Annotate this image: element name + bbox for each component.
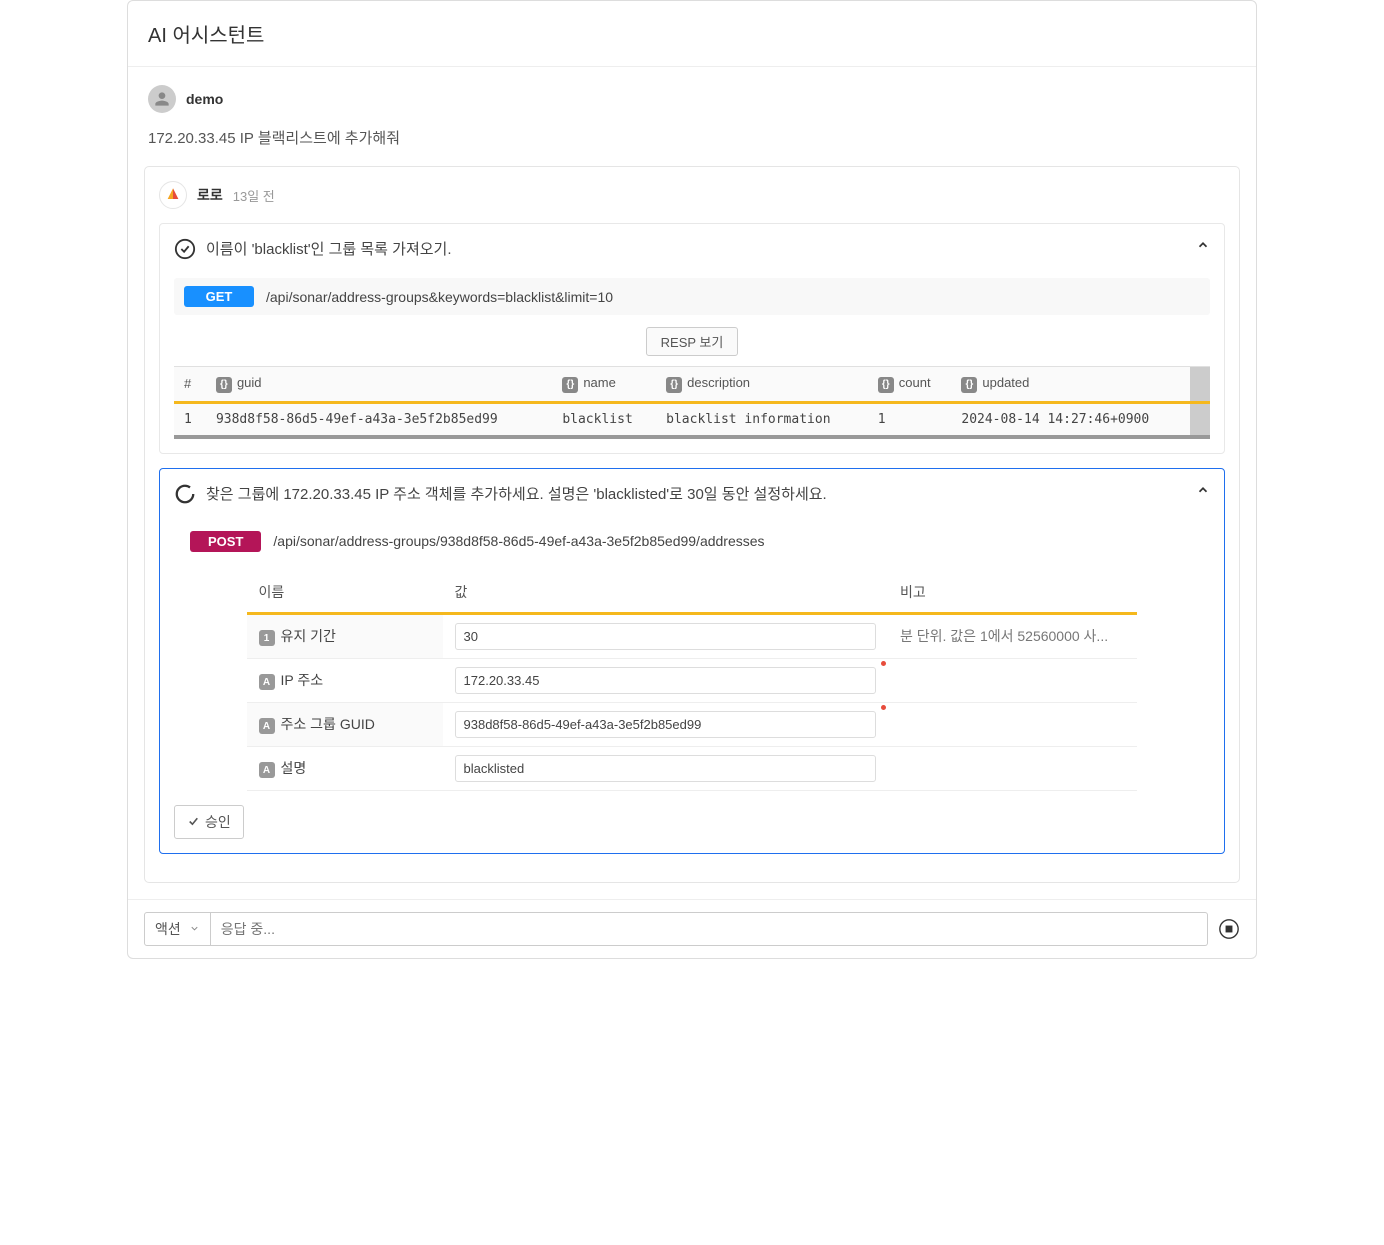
stop-button[interactable] xyxy=(1218,918,1240,940)
api-request-line: GET /api/sonar/address-groups&keywords=b… xyxy=(174,278,1210,315)
step2-text: 찾은 그룹에 172.20.33.45 IP 주소 객체를 추가하세요. 설명은… xyxy=(206,483,1210,504)
app-container: AI 어시스턴트 demo 172.20.33.45 IP 블랙리스트에 추가해… xyxy=(127,0,1257,959)
col-scroll xyxy=(1190,367,1210,403)
user-avatar-icon xyxy=(148,85,176,113)
approve-label: 승인 xyxy=(205,812,231,832)
param-note-cell xyxy=(888,658,1137,702)
param-col-note: 비고 xyxy=(888,572,1137,614)
step-title-row: 이름이 'blacklist'인 그룹 목록 가져오기. xyxy=(174,238,1210,260)
param-row: A설명 xyxy=(247,746,1138,790)
stop-circle-icon xyxy=(1218,918,1240,940)
user-name: demo xyxy=(186,91,223,107)
param-value-input[interactable] xyxy=(455,755,876,782)
cell-updated: 2024-08-14 14:27:46+0900 xyxy=(951,402,1190,437)
param-value-input[interactable] xyxy=(455,711,876,738)
step-panel-2: 찾은 그룹에 172.20.33.45 IP 주소 객체를 추가하세요. 설명은… xyxy=(159,468,1225,854)
param-row: 1유지 기간 분 단위. 값은 1에서 52560000 사... xyxy=(247,613,1138,658)
param-table-wrap: 이름 값 비고 1유지 기간 분 단위. 값은 1에서 52560000 사...… xyxy=(247,572,1138,791)
assistant-block: 로로 13일 전 이름이 'blacklist'인 그룹 목록 가져오기. GE… xyxy=(144,166,1240,883)
api-path: /api/sonar/address-groups/938d8f58-86d5-… xyxy=(273,533,764,549)
step-title-row: 찾은 그룹에 172.20.33.45 IP 주소 객체를 추가하세요. 설명은… xyxy=(174,483,1210,505)
cell-idx: 1 xyxy=(174,402,206,437)
reply-input[interactable] xyxy=(211,912,1208,946)
param-row: A주소 그룹 GUID xyxy=(247,702,1138,746)
col-guid: {}guid xyxy=(206,367,552,403)
param-value-cell xyxy=(443,702,888,746)
param-name-cell: 1유지 기간 xyxy=(247,613,443,658)
step-panel-1: 이름이 'blacklist'인 그룹 목록 가져오기. GET /api/so… xyxy=(159,223,1225,454)
check-icon xyxy=(187,815,200,828)
cell-name: blacklist xyxy=(552,402,656,437)
param-note-cell xyxy=(888,702,1137,746)
param-value-input[interactable] xyxy=(455,667,876,694)
response-table: # {}guid {}name {}description {}count {}… xyxy=(174,366,1210,439)
api-request-line: POST /api/sonar/address-groups/938d8f58-… xyxy=(174,523,1210,560)
page-title: AI 어시스턴트 xyxy=(148,19,1236,48)
param-row: AIP 주소 xyxy=(247,658,1138,702)
chevron-down-icon xyxy=(189,923,200,934)
table-row[interactable]: 1 938d8f58-86d5-49ef-a43a-3e5f2b85ed99 b… xyxy=(174,402,1210,437)
param-name-cell: A설명 xyxy=(247,746,443,790)
footer-bar: 액션 xyxy=(128,899,1256,958)
param-note-cell: 분 단위. 값은 1에서 52560000 사... xyxy=(888,613,1137,658)
chevron-up-icon[interactable] xyxy=(1196,483,1210,500)
action-label: 액션 xyxy=(155,919,181,939)
param-value-input[interactable] xyxy=(455,623,876,650)
user-message-block: demo 172.20.33.45 IP 블랙리스트에 추가해줘 xyxy=(128,67,1256,166)
approve-button[interactable]: 승인 xyxy=(174,805,244,839)
param-value-cell xyxy=(443,613,888,658)
resp-button-wrap: RESP 보기 xyxy=(174,327,1210,356)
cell-description: blacklist information xyxy=(656,402,868,437)
col-name: {}name xyxy=(552,367,656,403)
bot-name: 로로 xyxy=(197,185,223,205)
http-method-badge: GET xyxy=(184,286,254,307)
param-value-cell xyxy=(443,658,888,702)
bot-avatar-icon xyxy=(159,181,187,209)
api-path: /api/sonar/address-groups&keywords=black… xyxy=(266,289,613,305)
assistant-header: 로로 13일 전 xyxy=(159,181,1225,209)
cell-guid: 938d8f58-86d5-49ef-a43a-3e5f2b85ed99 xyxy=(206,402,552,437)
action-select[interactable]: 액션 xyxy=(144,912,211,946)
check-circle-icon xyxy=(174,238,196,260)
user-header: demo xyxy=(148,85,1236,113)
header: AI 어시스턴트 xyxy=(128,1,1256,67)
user-message-text: 172.20.33.45 IP 블랙리스트에 추가해줘 xyxy=(148,127,1236,148)
show-response-button[interactable]: RESP 보기 xyxy=(646,327,739,356)
timestamp: 13일 전 xyxy=(233,186,275,205)
spinner-icon xyxy=(174,483,196,505)
cell-count: 1 xyxy=(868,402,952,437)
param-col-name: 이름 xyxy=(247,572,443,614)
chevron-up-icon[interactable] xyxy=(1196,238,1210,255)
col-count: {}count xyxy=(868,367,952,403)
col-updated: {}updated xyxy=(951,367,1190,403)
param-table: 이름 값 비고 1유지 기간 분 단위. 값은 1에서 52560000 사...… xyxy=(247,572,1138,791)
param-note-cell xyxy=(888,746,1137,790)
col-description: {}description xyxy=(656,367,868,403)
col-index: # xyxy=(174,367,206,403)
step1-text: 이름이 'blacklist'인 그룹 목록 가져오기. xyxy=(206,238,1210,259)
param-col-value: 값 xyxy=(443,572,888,614)
param-value-cell xyxy=(443,746,888,790)
param-name-cell: AIP 주소 xyxy=(247,658,443,702)
param-name-cell: A주소 그룹 GUID xyxy=(247,702,443,746)
http-method-badge: POST xyxy=(190,531,261,552)
